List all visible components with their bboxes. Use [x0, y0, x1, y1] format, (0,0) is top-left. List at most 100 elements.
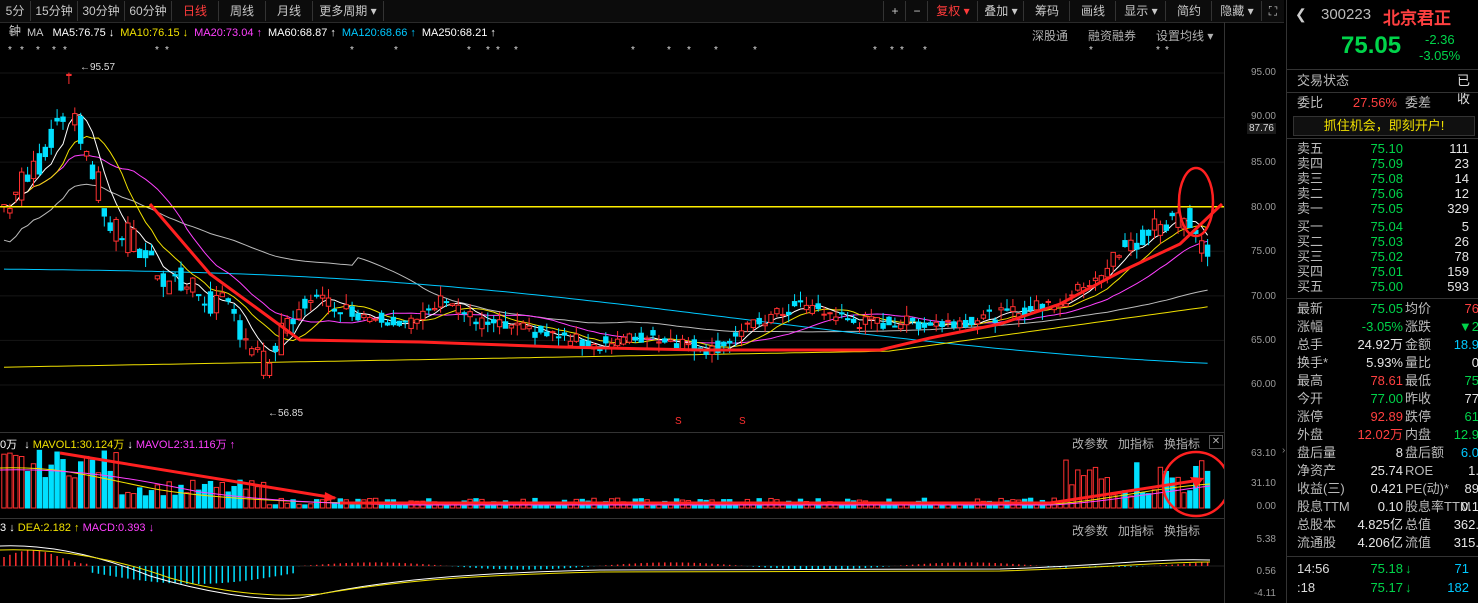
- candle-body: [78, 116, 84, 144]
- volume-bar: [231, 486, 237, 509]
- tab-weekly[interactable]: 周线: [219, 1, 266, 21]
- candle-body: [378, 312, 385, 323]
- tab-30min[interactable]: 30分钟: [78, 1, 125, 21]
- candle-body: [1116, 255, 1122, 258]
- volume-bar: [24, 471, 31, 509]
- volume-bar: [201, 483, 208, 509]
- candle-body: [260, 350, 267, 376]
- stat-value: 4.825亿: [1357, 517, 1403, 532]
- candle-body: [1110, 251, 1116, 267]
- tick-row: :18 75.17 ↓ 182: [1287, 579, 1478, 597]
- candle-body: [502, 321, 509, 329]
- candle-body: [573, 333, 579, 342]
- up-arrow-icon: ↑: [74, 522, 80, 534]
- macd-axis: 5.38 0.56 -4.11: [1224, 532, 1284, 602]
- tab-daily[interactable]: 日线: [172, 1, 219, 21]
- overlay-button[interactable]: 叠加 ▾: [977, 1, 1024, 21]
- signal-star-icon: *: [1165, 45, 1169, 56]
- tab-60min[interactable]: 60分钟: [125, 1, 172, 21]
- draw-line-button[interactable]: 画线: [1069, 1, 1116, 21]
- tab-monthly[interactable]: 月线: [266, 1, 313, 21]
- candle-body: [1045, 300, 1051, 303]
- candle-body: [780, 313, 786, 316]
- candle-body: [166, 280, 172, 295]
- current-price-tick: 87.76: [1246, 123, 1276, 134]
- divider: [1287, 298, 1478, 299]
- fullscreen-icon[interactable]: ⛶: [1261, 1, 1284, 21]
- settings-gear-icon[interactable]: ⚙: [8, 27, 18, 39]
- candle-body: [662, 338, 668, 343]
- macd-chart[interactable]: [0, 536, 1224, 603]
- candle-body: [7, 208, 13, 214]
- fuquan-label: 复权: [936, 4, 961, 18]
- stat-label: 涨跌: [1405, 319, 1432, 334]
- tab-15min[interactable]: 15分钟: [31, 1, 78, 21]
- candle-body: [249, 348, 255, 356]
- volume-bar: [1204, 470, 1211, 509]
- volume-bar: [325, 499, 332, 509]
- chips-button[interactable]: 筹码: [1023, 1, 1070, 21]
- volume-bar: [1145, 493, 1152, 509]
- candle-body: [1027, 306, 1034, 311]
- simple-mode-button[interactable]: 简约: [1165, 1, 1212, 21]
- collapse-arrow-icon[interactable]: ›: [1282, 445, 1285, 456]
- stats-row: 涨停 92.89 跌停 61: [1287, 408, 1478, 426]
- open-account-banner[interactable]: 抓住机会，即刻开户!: [1293, 116, 1475, 136]
- dropdown-arrow-icon: ▾: [1247, 4, 1254, 18]
- candlestick-chart[interactable]: * * * * * * * * * * * * * * * * * * * * * * * * * S S: [0, 44, 1224, 432]
- candle-body: [809, 304, 815, 314]
- tab-more-periods[interactable]: 更多周期 ▾: [313, 1, 384, 21]
- candle-body: [786, 311, 792, 316]
- link-set-ma[interactable]: 设置均线 ▾: [1156, 27, 1213, 44]
- candle-body: [968, 316, 975, 326]
- volume-bar: [125, 491, 131, 509]
- link-shenggutong[interactable]: 深股通: [1032, 27, 1068, 44]
- candle-body: [803, 304, 810, 311]
- candle-body: [42, 146, 48, 158]
- candle-body: [384, 322, 391, 326]
- candle-body: [821, 313, 827, 316]
- candle-body: [721, 341, 727, 347]
- stat-label: 今开: [1297, 391, 1324, 406]
- stat-value: 12.9: [1453, 427, 1478, 442]
- candle-body: [172, 274, 178, 277]
- display-button[interactable]: 显示 ▾: [1115, 1, 1166, 21]
- panel-divider: [0, 432, 1224, 433]
- signal-star-icon: *: [165, 45, 169, 56]
- price-tick: 65.00: [1250, 335, 1276, 346]
- candle-body: [255, 347, 261, 351]
- ma-legend: ⚙ MA MA5:76.75 ↓ MA10:76.15 ↓ MA20:73.04 ↑…: [0, 26, 508, 42]
- zoom-out-button[interactable]: −: [905, 1, 928, 21]
- candle-body: [1075, 283, 1081, 291]
- candle-body: [762, 323, 768, 327]
- volume-chart[interactable]: [0, 448, 1224, 518]
- candle-body: [331, 308, 338, 312]
- candle-body: [868, 316, 874, 320]
- signal-star-icon: *: [687, 45, 691, 56]
- volume-bar: [19, 456, 25, 509]
- fuquan-button[interactable]: 复权 ▾: [927, 1, 978, 21]
- weibi-value: 27.56%: [1352, 95, 1397, 110]
- volume-bar: [255, 486, 261, 509]
- zoom-in-button[interactable]: +: [883, 1, 906, 21]
- candle-body: [880, 322, 886, 329]
- stat-label: 最新: [1297, 301, 1324, 316]
- candle-body: [367, 316, 373, 322]
- stat-label: 净资产: [1297, 463, 1337, 478]
- link-margin-trading[interactable]: 融资融券: [1088, 27, 1136, 44]
- volume-bar: [196, 489, 202, 509]
- volume-bar: [131, 493, 137, 509]
- orderbook-row[interactable]: 买五 75.00 593: [1287, 278, 1478, 296]
- orderbook-row[interactable]: 卖一 75.05 329: [1287, 200, 1478, 218]
- back-arrow-icon[interactable]: ❮: [1295, 6, 1307, 23]
- hide-button[interactable]: 隐藏 ▾: [1211, 1, 1262, 21]
- price-change: -2.36: [1425, 32, 1455, 47]
- candle-body: [927, 322, 933, 326]
- candle-body: [426, 308, 432, 311]
- vol-close-icon[interactable]: ✕: [1209, 435, 1223, 449]
- tab-5min[interactable]: 5分钟: [0, 1, 31, 38]
- candle-body: [95, 171, 102, 201]
- candle-body: [125, 222, 131, 254]
- candle-body: [1092, 277, 1099, 282]
- divider: [1287, 92, 1478, 93]
